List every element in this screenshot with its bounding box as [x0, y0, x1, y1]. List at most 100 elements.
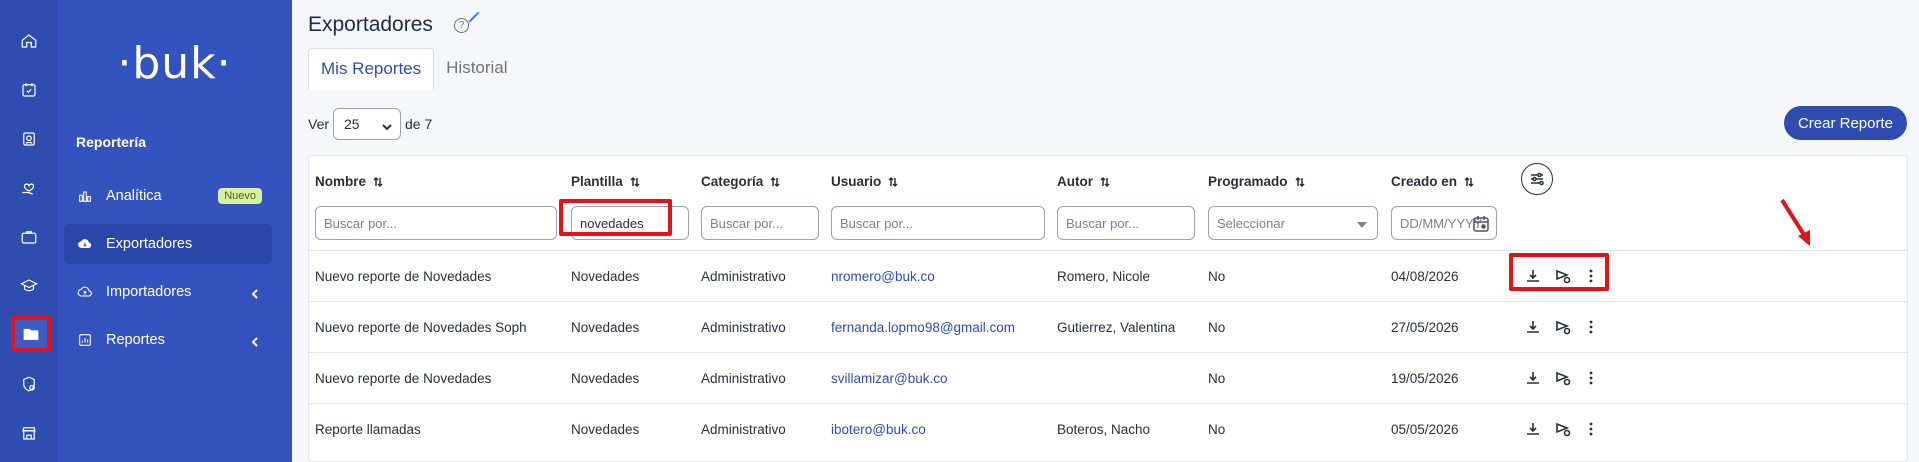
cell-categoria: Administrativo [701, 371, 786, 386]
sidebar-item-reportes[interactable]: Reportes [64, 320, 272, 360]
cell-programado: No [1208, 269, 1226, 284]
tab-historial[interactable]: Historial [434, 48, 519, 90]
cell-plantilla: Novedades [571, 422, 640, 437]
magic-wand-icon [468, 11, 480, 23]
sidebar-item-analitica[interactable]: Analítica Nuevo [64, 176, 272, 216]
cell-categoria: Administrativo [701, 422, 786, 437]
tab-mis-reportes[interactable]: Mis Reportes [308, 48, 435, 90]
cell-programado: No [1208, 371, 1226, 386]
categoria-filter-input[interactable] [701, 206, 819, 240]
cell-plantilla: Novedades [571, 371, 640, 386]
table-row[interactable]: Reporte llamadas Novedades Administrativ… [309, 403, 1907, 454]
heart-hand-icon[interactable] [14, 173, 44, 203]
download-icon[interactable] [1522, 418, 1544, 440]
column-header-nombre[interactable]: Nombre [315, 174, 384, 189]
schedule-send-icon[interactable] [1552, 367, 1574, 389]
schedule-send-icon[interactable] [1552, 265, 1574, 287]
sort-icon [1463, 176, 1475, 188]
cell-usuario-link[interactable]: fernanda.lopmo98@gmail.com [831, 302, 1015, 353]
table-row[interactable]: Nuevo reporte de Novedades Soph Novedade… [309, 301, 1907, 352]
cell-creado-en: 27/05/2026 [1391, 320, 1459, 335]
column-settings-button[interactable] [1521, 163, 1553, 195]
table-row[interactable]: Nuevo reporte de Novedades Novedades Adm… [309, 250, 1907, 301]
pagination-control: Ver 25 de 7 [308, 108, 432, 140]
programado-filter-select[interactable]: Seleccionar [1208, 206, 1378, 240]
sliders-icon [1531, 172, 1544, 186]
page-size-select[interactable]: 25 [333, 108, 402, 140]
cloud-upload-icon [76, 283, 94, 301]
tab-bar: Mis Reportes Historial [308, 48, 520, 90]
briefcase-icon[interactable] [14, 222, 44, 252]
cell-creado-en: 05/05/2026 [1391, 422, 1459, 437]
sort-icon [1099, 176, 1111, 188]
schedule-send-icon[interactable] [1552, 418, 1574, 440]
report-icon [76, 331, 94, 349]
nav-section-title: Reportería [76, 134, 147, 150]
sidebar-item-label: Importadores [106, 284, 192, 300]
cell-creado-en: 19/05/2026 [1391, 371, 1459, 386]
cell-programado: No [1208, 320, 1226, 335]
create-report-button[interactable]: Crear Reporte [1783, 106, 1907, 140]
sort-icon [769, 176, 781, 188]
id-card-icon[interactable] [14, 124, 44, 154]
autor-filter-input[interactable] [1057, 206, 1195, 240]
sidebar-item-label: Reportes [106, 332, 165, 348]
shield-clock-icon[interactable] [14, 369, 44, 399]
sidebar-item-label: Exportadores [106, 236, 193, 252]
chevron-left-icon [250, 335, 260, 347]
fecha-filter-input[interactable]: DD/MM/YYYY [1391, 206, 1497, 240]
download-icon[interactable] [1522, 265, 1544, 287]
main-content: Exportadores ? Mis Reportes Historial Ve… [292, 0, 1919, 462]
download-icon[interactable] [1522, 367, 1544, 389]
annotation-arrow [1780, 198, 1810, 246]
column-header-programado[interactable]: Programado [1208, 174, 1306, 189]
more-options-icon[interactable] [1580, 265, 1602, 287]
sort-icon [887, 176, 899, 188]
schedule-send-icon[interactable] [1552, 316, 1574, 338]
more-options-icon[interactable] [1580, 316, 1602, 338]
dropdown-caret-icon [1357, 222, 1367, 228]
cell-nombre: Nuevo reporte de Novedades [315, 371, 492, 386]
page-title: Exportadores [308, 13, 433, 36]
cell-autor: Gutierrez, Valentina [1057, 320, 1176, 335]
nombre-filter-input[interactable] [315, 206, 557, 240]
cell-categoria: Administrativo [701, 320, 786, 335]
cell-usuario-link[interactable]: nromero@buk.co [831, 251, 935, 302]
column-header-categoria[interactable]: Categoría [701, 174, 781, 189]
usuario-filter-input[interactable] [831, 206, 1045, 240]
column-header-usuario[interactable]: Usuario [831, 174, 899, 189]
buk-logo: ·buk· [117, 38, 232, 89]
sort-icon [629, 176, 641, 188]
programado-placeholder: Seleccionar [1217, 215, 1285, 231]
cell-usuario-link[interactable]: svillamizar@buk.co [831, 353, 947, 404]
sidebar-item-exportadores[interactable]: Exportadores [64, 224, 272, 264]
calendar-icon[interactable] [1472, 215, 1490, 233]
table-row[interactable]: Nuevo reporte de Novedades Novedades Adm… [309, 352, 1907, 403]
plantilla-filter-input[interactable] [571, 206, 689, 240]
cell-usuario-link[interactable]: ibotero@buk.co [831, 404, 926, 455]
more-options-icon[interactable] [1580, 418, 1602, 440]
graduation-cap-icon[interactable] [14, 271, 44, 301]
sidebar-nav: ·buk· Reportería Analítica Nuevo Exporta… [57, 0, 292, 462]
sort-icon [1294, 176, 1306, 188]
column-header-plantilla[interactable]: Plantilla [571, 174, 641, 189]
calendar-check-icon[interactable] [14, 75, 44, 105]
pagination-prefix: Ver [308, 116, 330, 132]
cell-plantilla: Novedades [571, 269, 640, 284]
cell-plantilla: Novedades [571, 320, 640, 335]
download-icon[interactable] [1522, 316, 1544, 338]
store-icon[interactable] [14, 418, 44, 448]
home-icon[interactable] [14, 26, 44, 56]
cell-programado: No [1208, 422, 1226, 437]
fecha-placeholder: DD/MM/YYYY [1400, 215, 1483, 231]
column-header-autor[interactable]: Autor [1057, 174, 1111, 189]
more-options-icon[interactable] [1580, 367, 1602, 389]
folder-icon[interactable] [11, 316, 51, 352]
sidebar-item-importadores[interactable]: Importadores [64, 272, 272, 312]
column-header-creado-en[interactable]: Creado en [1391, 174, 1475, 189]
page-size-value: 25 [344, 116, 360, 132]
cell-autor: Boteros, Nacho [1057, 422, 1151, 437]
cloud-download-icon [76, 235, 94, 253]
cell-autor: Romero, Nicole [1057, 269, 1151, 284]
cell-nombre: Nuevo reporte de Novedades Soph [315, 320, 527, 335]
